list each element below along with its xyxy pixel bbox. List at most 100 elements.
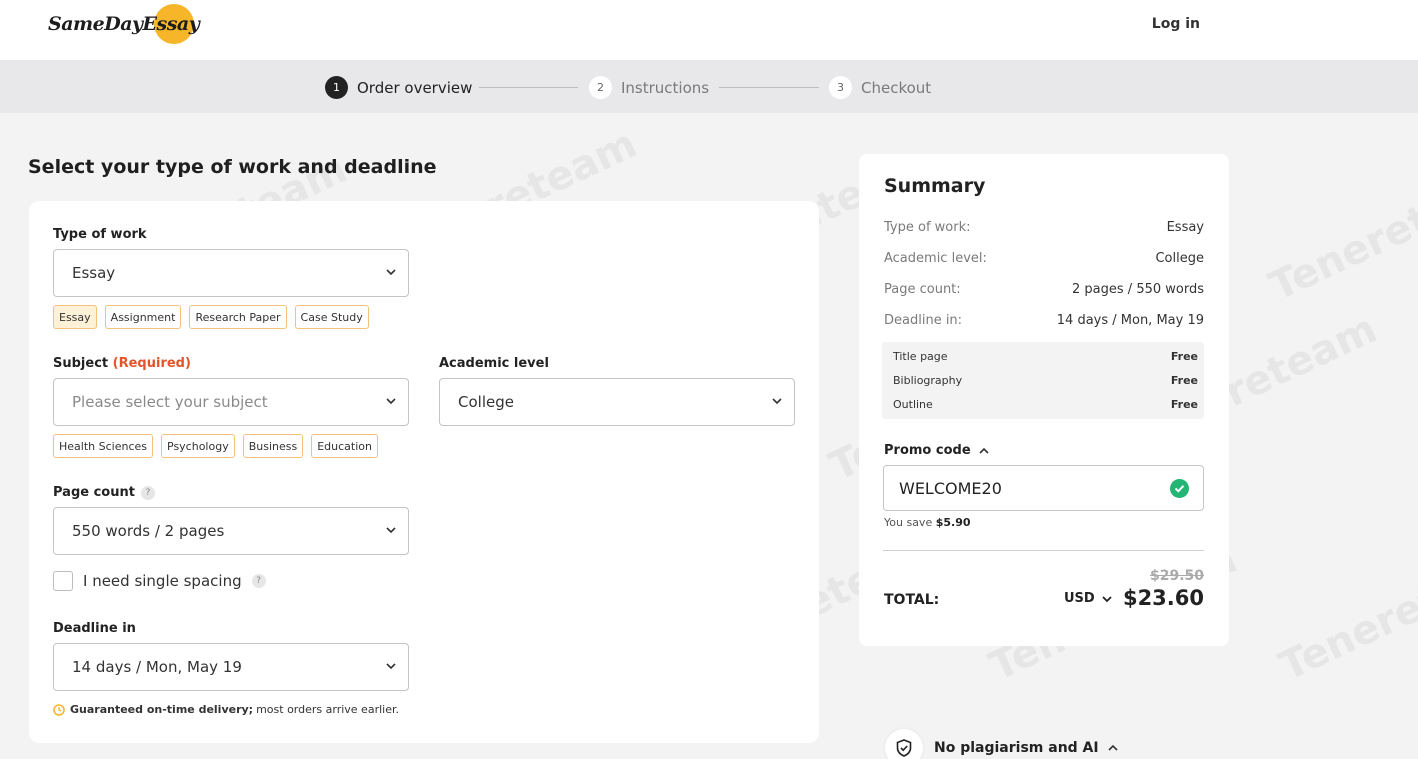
divider [883, 550, 1204, 551]
chevron-down-icon [1102, 595, 1112, 602]
extra-name: Bibliography [893, 374, 963, 387]
select-placeholder: Please select your subject [72, 393, 268, 411]
summary-row: Page count: 2 pages / 550 words [884, 282, 1204, 297]
subject-select[interactable]: Please select your subject [53, 378, 409, 426]
check-circle-icon [1170, 479, 1189, 498]
promo-code-toggle[interactable]: Promo code [884, 443, 989, 458]
select-value: College [458, 393, 514, 411]
chevron-up-icon [1108, 744, 1118, 751]
delivery-guarantee: Guaranteed on-time delivery; most orders… [53, 703, 399, 716]
summary-key: Deadline in: [884, 313, 963, 328]
page-count-select[interactable]: 550 words / 2 pages [53, 507, 409, 555]
order-steps: 1 Order overview 2 Instructions 3 Checko… [0, 60, 1418, 113]
chevron-down-icon [386, 398, 396, 405]
save-amount: $5.90 [935, 516, 971, 529]
top-bar: SameDayEssay Log in [0, 0, 1418, 60]
single-spacing-row: I need single spacing ? [53, 571, 266, 591]
step-instructions[interactable]: 2 Instructions [589, 76, 709, 99]
extras-box: Title page Free Bibliography Free Outlin… [882, 342, 1204, 419]
extra-price: Free [1170, 398, 1198, 411]
summary-panel: Summary Type of work: Essay Academic lev… [859, 154, 1229, 646]
page-title: Select your type of work and deadline [28, 156, 437, 178]
required-marker: (Required) [112, 356, 191, 371]
extra-name: Title page [893, 350, 948, 363]
logo-text: SameDayEssay [48, 13, 200, 35]
chevron-down-icon [386, 269, 396, 276]
subject-chips: Health Sciences Psychology Business Educ… [53, 434, 378, 458]
summary-key: Type of work: [884, 220, 971, 235]
chip-essay[interactable]: Essay [53, 305, 97, 329]
summary-value: 14 days / Mon, May 19 [1056, 313, 1204, 328]
extra-price: Free [1170, 350, 1198, 363]
chip-assignment[interactable]: Assignment [104, 305, 182, 329]
step-label: Checkout [861, 78, 932, 97]
step-number: 2 [589, 76, 612, 99]
total-price: $23.60 [1122, 586, 1204, 610]
extra-row: Title page Free [893, 350, 1198, 363]
chevron-down-icon [386, 527, 396, 534]
extra-row: Outline Free [893, 398, 1198, 411]
login-link[interactable]: Log in [1152, 16, 1200, 32]
type-of-work-select[interactable]: Essay [53, 249, 409, 297]
chip-education[interactable]: Education [311, 434, 378, 458]
watermark: Tenereteam [1272, 535, 1418, 691]
step-number: 1 [325, 76, 348, 99]
step-label: Order overview [357, 78, 473, 97]
page-count-label-text: Page count [53, 485, 135, 500]
chevron-down-icon [772, 398, 782, 405]
summary-row: Deadline in: 14 days / Mon, May 19 [884, 313, 1204, 328]
select-value: 550 words / 2 pages [72, 522, 225, 540]
select-value: 14 days / Mon, May 19 [72, 658, 242, 676]
subject-label: Subject (Required) [53, 356, 191, 371]
step-number: 3 [829, 76, 852, 99]
step-connector [719, 87, 819, 88]
shield-check-icon [885, 729, 923, 759]
summary-value: Essay [1166, 220, 1204, 235]
summary-key: Page count: [884, 282, 961, 297]
help-icon[interactable]: ? [140, 485, 155, 500]
deadline-label: Deadline in [53, 621, 136, 636]
summary-row: Type of work: Essay [884, 220, 1204, 235]
page-count-label: Page count? [53, 485, 155, 500]
single-spacing-label[interactable]: I need single spacing [83, 572, 242, 590]
guarantee-text: most orders arrive earlier. [256, 703, 399, 716]
chevron-down-icon [386, 663, 396, 670]
summary-key: Academic level: [884, 251, 987, 266]
save-label: You save [884, 516, 933, 529]
step-order-overview[interactable]: 1 Order overview [325, 76, 472, 99]
deadline-select[interactable]: 14 days / Mon, May 19 [53, 643, 409, 691]
extra-row: Bibliography Free [893, 374, 1198, 387]
promo-code-label: Promo code [884, 443, 971, 458]
chip-case-study[interactable]: Case Study [294, 305, 369, 329]
original-price: $29.50 [1149, 568, 1204, 584]
chip-business[interactable]: Business [242, 434, 304, 458]
total-label: TOTAL: [884, 592, 940, 608]
chip-research-paper[interactable]: Research Paper [189, 305, 287, 329]
guarantee-bold: Guaranteed on-time delivery; [70, 703, 254, 716]
logo[interactable]: SameDayEssay [48, 4, 200, 44]
single-spacing-checkbox[interactable] [53, 571, 73, 591]
select-value: Essay [72, 264, 116, 282]
step-connector [479, 87, 578, 88]
promo-code-value: WELCOME20 [899, 478, 1002, 498]
academic-level-select[interactable]: College [439, 378, 795, 426]
summary-title: Summary [884, 175, 986, 197]
summary-value: College [1155, 251, 1204, 266]
watermark: Tenereteam [1262, 155, 1418, 311]
currency-select[interactable]: USD [1064, 591, 1112, 606]
academic-level-label: Academic level [439, 356, 549, 371]
extra-name: Outline [893, 398, 933, 411]
savings-text: You save $5.90 [884, 516, 971, 529]
step-label: Instructions [621, 78, 710, 97]
extra-price: Free [1170, 374, 1198, 387]
summary-row: Academic level: College [884, 251, 1204, 266]
summary-value: 2 pages / 550 words [1072, 282, 1204, 297]
type-of-work-label: Type of work [53, 227, 147, 242]
subject-label-text: Subject [53, 356, 109, 371]
promo-code-input[interactable]: WELCOME20 [883, 465, 1204, 511]
chip-health-sciences[interactable]: Health Sciences [53, 434, 153, 458]
chip-psychology[interactable]: Psychology [161, 434, 235, 458]
step-checkout[interactable]: 3 Checkout [829, 76, 931, 99]
no-plagiarism-toggle[interactable]: No plagiarism and AI [885, 729, 1118, 759]
help-icon[interactable]: ? [251, 574, 266, 588]
